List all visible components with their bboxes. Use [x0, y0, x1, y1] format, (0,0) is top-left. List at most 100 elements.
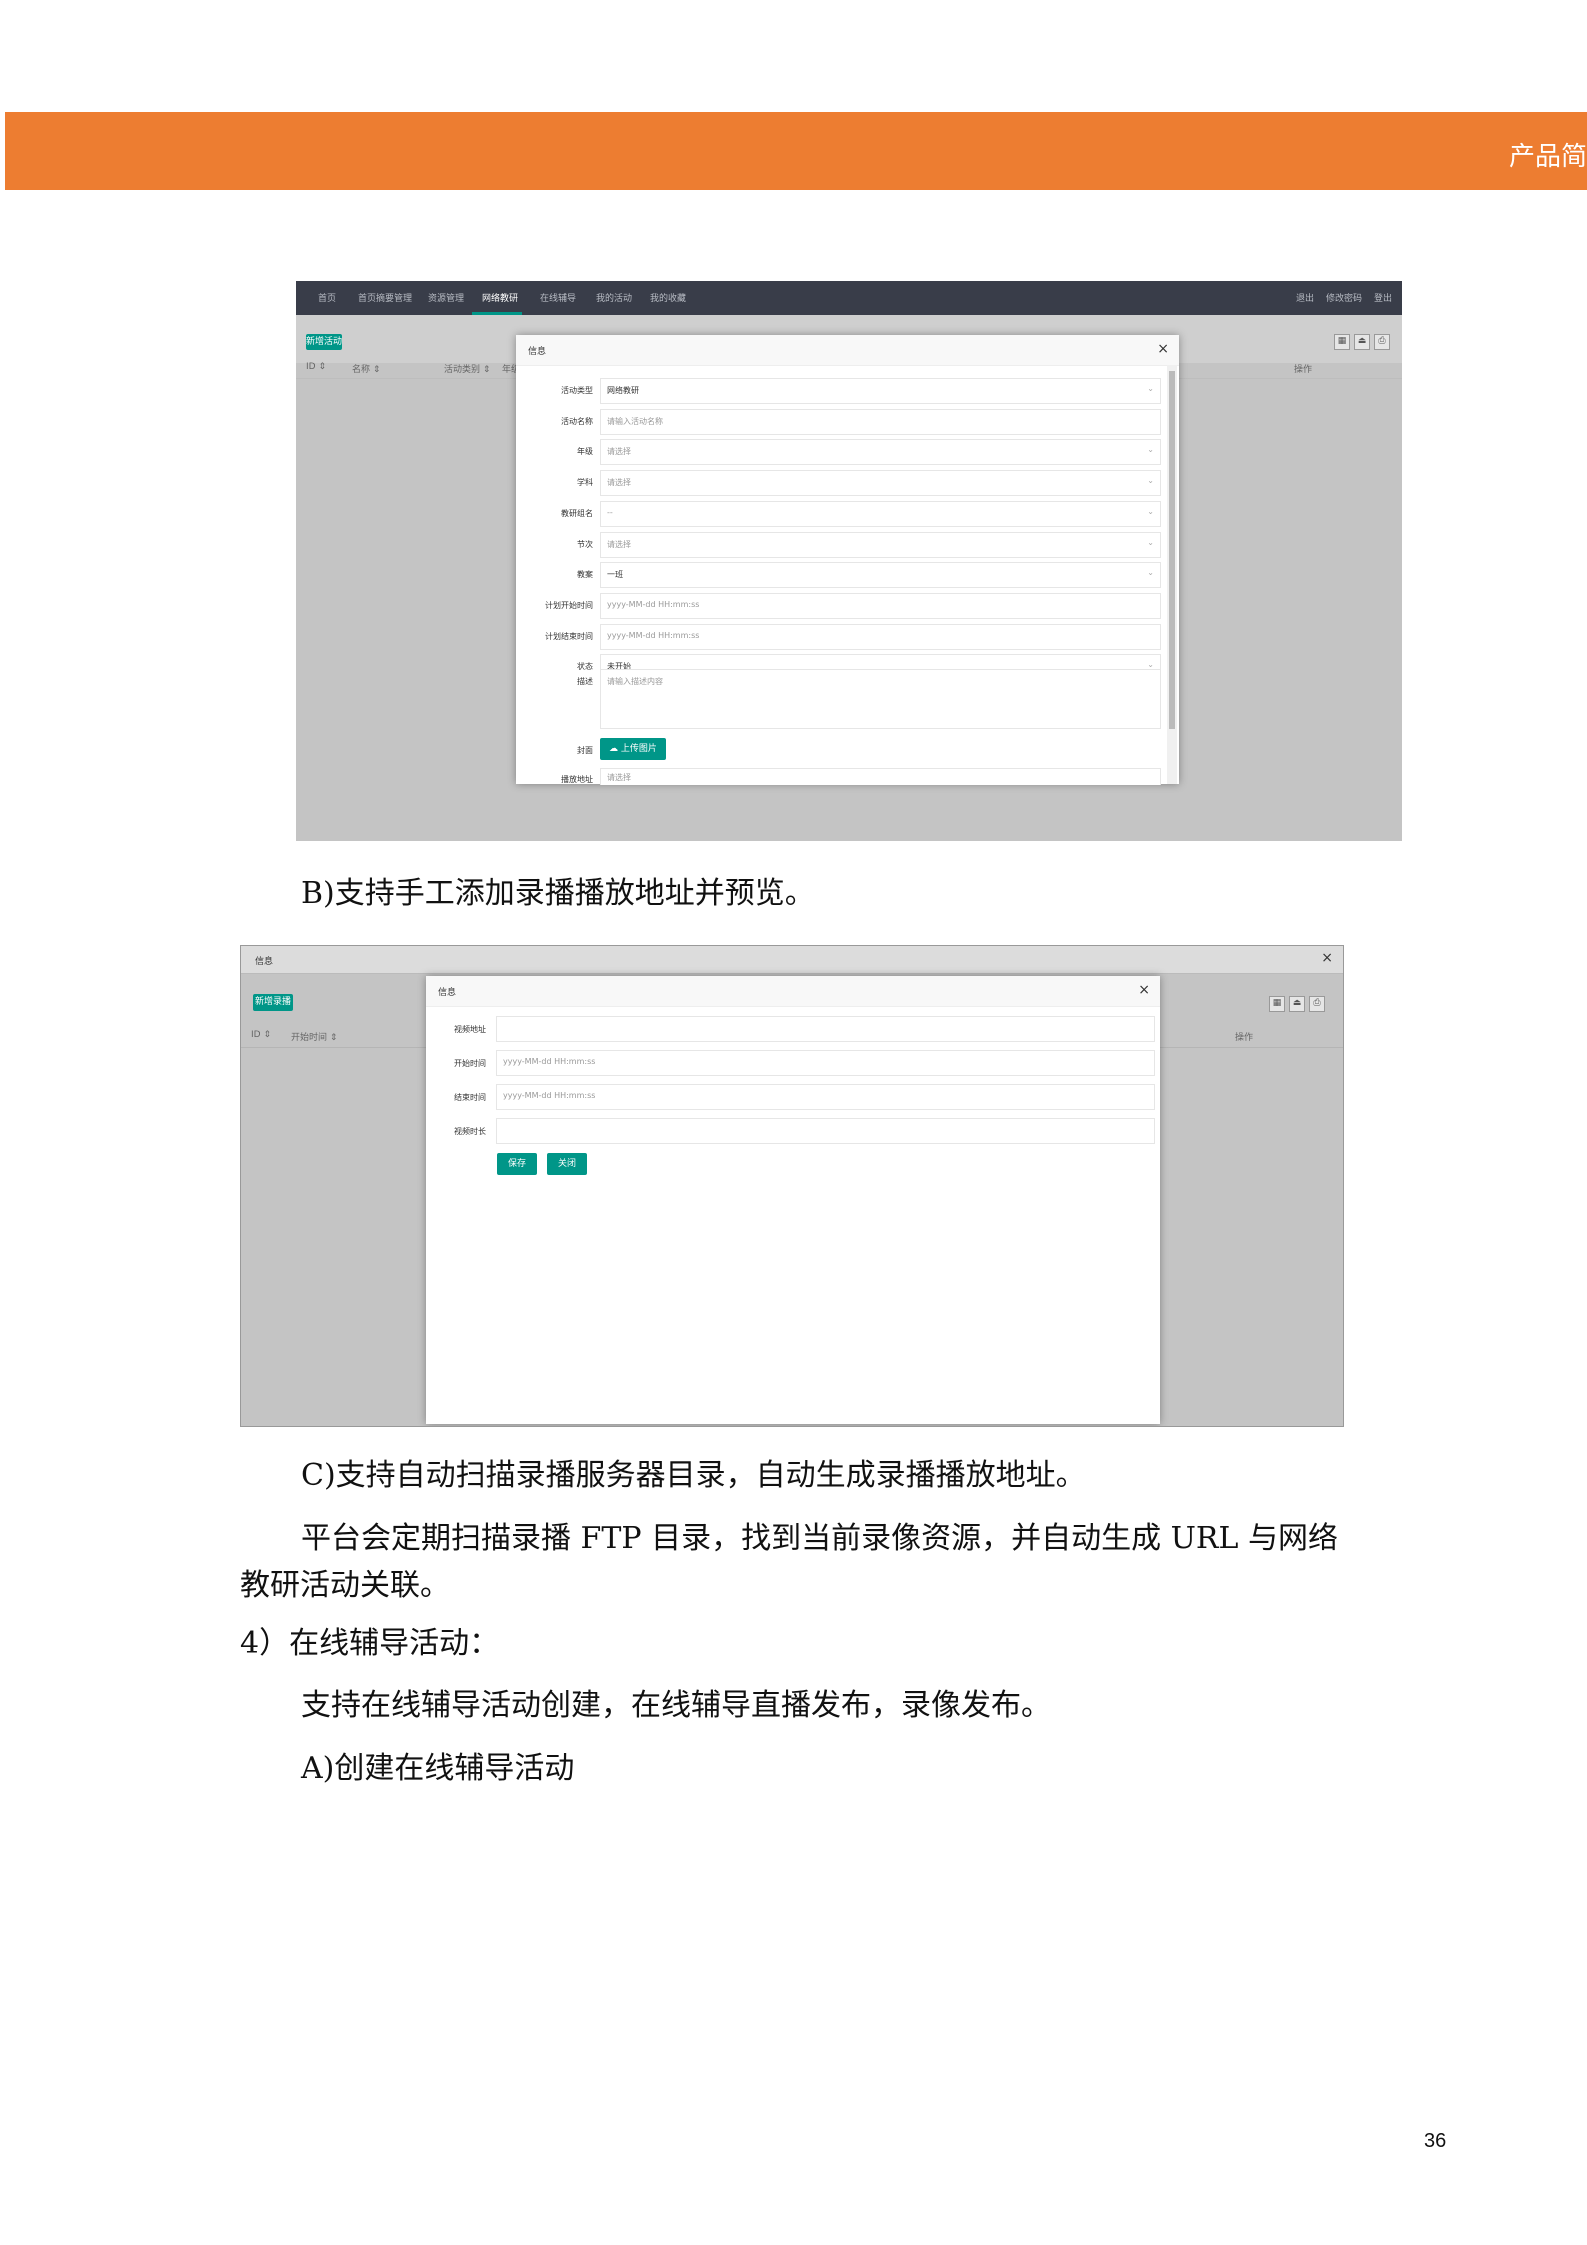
- field-label: 活动名称: [561, 416, 593, 426]
- nav-item-home[interactable]: 首页: [318, 291, 336, 304]
- heading-online-tutoring: 4）在线辅导活动：: [240, 1626, 500, 1661]
- field-label: 年级: [577, 447, 593, 457]
- modal-header: 信息 ×: [426, 976, 1160, 1007]
- play-address-input[interactable]: 请选择: [600, 768, 1161, 785]
- desc-label: 描述: [577, 677, 593, 686]
- caption-a: A)创建在线辅导活动: [301, 1751, 575, 1786]
- nav-item-online-tutoring[interactable]: 在线辅导: [540, 291, 576, 304]
- field-select[interactable]: 请选择 ⌄: [600, 439, 1161, 466]
- field-input[interactable]: yyyy-MM-dd HH:mm:ss: [496, 1084, 1155, 1110]
- chevron-down-icon: ⌄: [1147, 445, 1154, 455]
- close-icon[interactable]: ×: [1157, 341, 1169, 357]
- column-id[interactable]: ID ⇕: [251, 1030, 271, 1040]
- field-input[interactable]: [496, 1118, 1155, 1144]
- para-ftp-line2: 教研活动关联。: [240, 1568, 450, 1603]
- page-number: 36: [1424, 2130, 1447, 2152]
- field-value: 一班: [607, 570, 623, 580]
- export-icon[interactable]: ⏏: [1289, 996, 1305, 1012]
- add-recording-button[interactable]: 新增录播: [253, 994, 293, 1011]
- field-select[interactable]: 请选择 ⌄: [600, 531, 1161, 558]
- field-select[interactable]: 请选择 ⌄: [600, 470, 1161, 497]
- field-input[interactable]: yyyy-MM-dd HH:mm:ss: [600, 592, 1161, 619]
- modal-header: 信息 ×: [516, 335, 1179, 366]
- column-activity-type[interactable]: 活动类别 ⇕: [444, 362, 490, 375]
- field-label: 开始时间: [454, 1059, 486, 1068]
- column-start-time[interactable]: 开始时间 ⇕: [291, 1030, 337, 1043]
- field-placeholder: yyyy-MM-dd HH:mm:ss: [503, 1091, 596, 1100]
- field-label: 计划开始时间: [545, 600, 593, 610]
- field-placeholder: yyyy-MM-dd HH:mm:ss: [503, 1057, 596, 1066]
- caption-c: C)支持自动扫描录播服务器目录，自动生成录播播放地址。: [301, 1458, 1086, 1493]
- field-input[interactable]: 请输入活动名称: [600, 408, 1161, 435]
- field-label: 学科: [577, 478, 593, 488]
- field-select[interactable]: 一班 ⌄: [600, 562, 1161, 589]
- nav-item-summary[interactable]: 首页摘要管理: [358, 291, 412, 304]
- columns-icon[interactable]: ▦: [1269, 996, 1285, 1012]
- desc-textarea[interactable]: 请输入描述内容: [600, 669, 1161, 729]
- field-select[interactable]: -- ⌄: [600, 500, 1161, 527]
- screenshot-recording-form: 信息 × 新增录播 ID ⇕ 开始时间 ⇕ 操作 ▦ ⏏ ⎙ 信息 × 视频地址…: [240, 945, 1344, 1427]
- header-title: 产品简: [1508, 142, 1587, 172]
- nav-item-my-activities[interactable]: 我的活动: [596, 291, 632, 304]
- close-icon[interactable]: ×: [1138, 982, 1150, 998]
- page-header-band: 产品简: [5, 112, 1587, 190]
- export-icon[interactable]: ⏏: [1354, 334, 1370, 350]
- close-button[interactable]: 关闭: [547, 1153, 587, 1175]
- column-operation: 操作: [1235, 1033, 1254, 1043]
- field-label: 节次: [577, 539, 593, 549]
- field-label: 计划结束时间: [545, 631, 593, 641]
- upload-image-button[interactable]: ☁ 上传图片: [600, 738, 666, 760]
- save-button[interactable]: 保存: [497, 1153, 537, 1175]
- column-name[interactable]: 名称 ⇕: [352, 362, 380, 375]
- field-input[interactable]: yyyy-MM-dd HH:mm:ss: [496, 1050, 1155, 1076]
- field-input[interactable]: yyyy-MM-dd HH:mm:ss: [600, 623, 1161, 650]
- play-address-placeholder: 请选择: [607, 773, 631, 782]
- field-label: 结束时间: [454, 1093, 486, 1102]
- modal-title: 信息: [528, 347, 547, 357]
- modal-scrollbar-thumb[interactable]: [1169, 371, 1175, 729]
- caption-b: B)支持手工添加录播播放地址并预览。: [301, 876, 815, 911]
- nav-item-exit[interactable]: 退出: [1296, 291, 1314, 304]
- field-select[interactable]: 网络教研 ⌄: [600, 378, 1161, 404]
- print-icon[interactable]: ⎙: [1374, 334, 1390, 350]
- outer-dialog-header: 信息 ×: [241, 946, 1343, 974]
- field-placeholder: --: [607, 507, 613, 517]
- field-placeholder: yyyy-MM-dd HH:mm:ss: [607, 630, 700, 640]
- column-operation: 操作: [1294, 365, 1313, 375]
- modal-title: 信息: [438, 988, 457, 998]
- play-address-label: 播放地址: [561, 775, 593, 784]
- column-id[interactable]: ID ⇕: [306, 362, 326, 372]
- outer-dialog-title: 信息: [255, 957, 274, 967]
- nav-item-favorites[interactable]: 我的收藏: [650, 291, 686, 304]
- cover-label: 封面: [577, 746, 593, 755]
- para-support: 支持在线辅导活动创建，在线辅导直播发布，录像发布。: [301, 1688, 1051, 1723]
- columns-icon[interactable]: ▦: [1334, 334, 1350, 350]
- field-label: 教案: [577, 570, 593, 580]
- nav-item-network-research[interactable]: 网络教研: [482, 291, 518, 304]
- chevron-down-icon: ⌄: [1147, 537, 1154, 547]
- print-icon[interactable]: ⎙: [1309, 996, 1325, 1012]
- recording-modal: 信息 × 视频地址开始时间 yyyy-MM-dd HH:mm:ss 结束时间 yyyy…: [426, 976, 1160, 1424]
- field-input[interactable]: [496, 1016, 1155, 1042]
- upload-button-label: 上传图片: [620, 744, 657, 754]
- desc-placeholder: 请输入描述内容: [607, 677, 663, 686]
- chevron-down-icon: ⌄: [1147, 660, 1154, 670]
- nav-item-resources[interactable]: 资源管理: [428, 291, 464, 304]
- activity-modal: 信息 × 活动类型 网络教研 ⌄ 活动名称 请输入活动名称 年级 请选择 ⌄ 学科 请选择 ⌄ 教研组…: [516, 335, 1179, 785]
- modal-scrollbar[interactable]: [1167, 365, 1177, 784]
- chevron-down-icon: ⌄: [1147, 568, 1154, 578]
- field-label: 活动类型: [561, 386, 593, 395]
- add-activity-button[interactable]: 新增活动: [306, 334, 342, 350]
- field-placeholder: 请选择: [607, 539, 631, 549]
- field-label: 视频地址: [454, 1025, 486, 1034]
- field-value: 网络教研: [607, 386, 639, 395]
- cloud-upload-icon: ☁: [609, 744, 619, 754]
- nav-item-change-password[interactable]: 修改密码: [1326, 291, 1362, 304]
- field-placeholder: yyyy-MM-dd HH:mm:ss: [607, 599, 700, 609]
- field-label: 视频时长: [454, 1127, 486, 1136]
- nav-item-logout[interactable]: 登出: [1374, 291, 1392, 304]
- field-placeholder: 请输入活动名称: [607, 416, 663, 426]
- outer-close-icon[interactable]: ×: [1321, 950, 1333, 966]
- para-ftp-line1: 平台会定期扫描录播 FTP 目录，找到当前录像资源，并自动生成 URL 与网络: [301, 1521, 1338, 1556]
- chevron-down-icon: ⌄: [1147, 506, 1154, 516]
